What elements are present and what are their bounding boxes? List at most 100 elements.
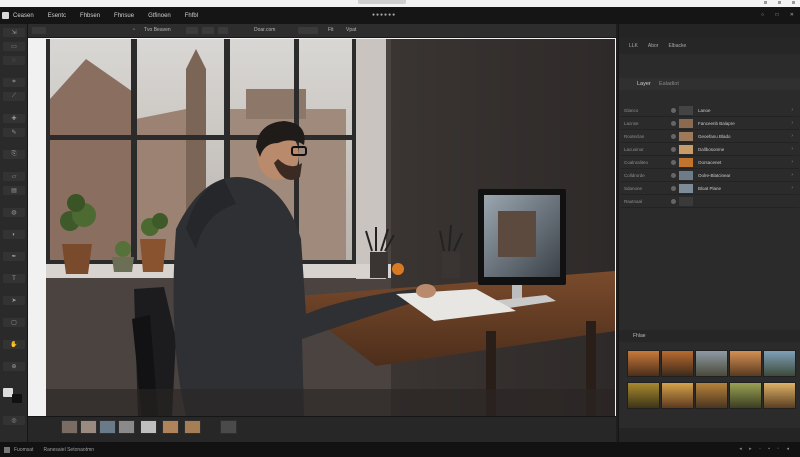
close-icon[interactable]: ✕ bbox=[790, 12, 794, 18]
document-canvas[interactable] bbox=[28, 38, 616, 416]
gallery-thumb[interactable] bbox=[627, 350, 660, 377]
chevron-right-icon[interactable]: › bbox=[791, 185, 793, 191]
gallery-thumb[interactable] bbox=[627, 382, 660, 409]
brush-tool-icon[interactable]: ✎ bbox=[3, 128, 25, 137]
os-title-strip bbox=[0, 0, 800, 7]
lasso-tool-icon[interactable]: ◌ bbox=[3, 56, 25, 65]
move-tool-icon[interactable]: ⇲ bbox=[3, 28, 25, 37]
healing-tool-icon[interactable]: ✚ bbox=[3, 114, 25, 123]
options-dropdown-1[interactable] bbox=[186, 27, 198, 34]
filmstrip-thumb-2[interactable] bbox=[80, 420, 97, 434]
crop-tool-icon[interactable]: ⌗ bbox=[3, 78, 25, 87]
clone-tool-icon[interactable]: ⎘ bbox=[3, 150, 25, 159]
fit-screen-label[interactable]: Fit bbox=[328, 27, 334, 33]
maximize-icon[interactable] bbox=[778, 1, 781, 4]
gradient-tool-icon[interactable]: ▤ bbox=[3, 186, 25, 195]
eye-icon[interactable] bbox=[671, 147, 676, 152]
shape-tool-icon[interactable]: ▢ bbox=[3, 318, 25, 327]
background-color-swatch[interactable] bbox=[12, 394, 22, 403]
filmstrip-thumb-4[interactable] bbox=[118, 420, 135, 434]
layer-row[interactable]: Rooteclan Geoefanu Blado › bbox=[621, 130, 799, 143]
marquee-tool-icon[interactable]: ▭ bbox=[3, 42, 25, 51]
menu-item-1[interactable]: Ceasen bbox=[13, 13, 34, 19]
filmstrip-thumb-5[interactable] bbox=[140, 420, 157, 434]
tool-preset-picker[interactable] bbox=[32, 27, 46, 34]
quick-mask-icon[interactable]: ◎ bbox=[3, 416, 25, 425]
minimize-icon[interactable] bbox=[764, 1, 767, 4]
menu-item-4[interactable]: Fhnsue bbox=[114, 13, 134, 19]
menu-item-5[interactable]: Gtfinoen bbox=[148, 13, 171, 19]
gallery-thumb[interactable] bbox=[661, 382, 694, 409]
menu-item-6[interactable]: Fhfbl bbox=[185, 13, 198, 19]
path-select-tool-icon[interactable]: ➤ bbox=[3, 296, 25, 305]
filmstrip-thumb-3[interactable] bbox=[99, 420, 116, 434]
app-icon[interactable] bbox=[4, 446, 10, 453]
gallery-thumb[interactable] bbox=[763, 382, 796, 409]
chevron-right-icon[interactable]: › bbox=[791, 133, 793, 139]
options-mid-label[interactable]: Doar.com bbox=[254, 27, 275, 33]
status-icons[interactable]: ◂ ▸ ◦ ▪ ▫ ◂ bbox=[739, 446, 792, 452]
layer-row[interactable]: Lacnse Fanceenb Balapre › bbox=[621, 117, 799, 130]
browser-tab[interactable] bbox=[358, 0, 406, 4]
eye-icon[interactable] bbox=[671, 134, 676, 139]
tab-3[interactable]: Elbacke bbox=[668, 43, 686, 49]
layer-row[interactable]: Rautnaal bbox=[621, 195, 799, 208]
layers-panel-header[interactable]: Layer Ealadiot bbox=[619, 78, 800, 90]
filmstrip-thumb-8[interactable] bbox=[220, 420, 237, 434]
workspace-switcher[interactable]: ●●●●●● bbox=[372, 12, 396, 18]
chevron-right-icon[interactable]: › bbox=[791, 107, 793, 113]
gallery-thumb[interactable] bbox=[729, 382, 762, 409]
layer-thumbnail bbox=[679, 158, 693, 167]
gallery-thumb[interactable] bbox=[695, 382, 728, 409]
eye-icon[interactable] bbox=[671, 186, 676, 191]
eye-icon[interactable] bbox=[671, 121, 676, 126]
panel-tabs: LLK Abor Elbacke bbox=[619, 38, 800, 54]
eye-icon[interactable] bbox=[671, 108, 676, 113]
eye-icon[interactable] bbox=[671, 160, 676, 165]
layer-row[interactable]: Glanco Lanoe › bbox=[621, 104, 799, 117]
tab-2[interactable]: Abor bbox=[648, 43, 659, 49]
filmstrip-thumb-1[interactable] bbox=[61, 420, 78, 434]
options-field[interactable] bbox=[298, 27, 318, 34]
layer-name: Fanceenb Balapre bbox=[698, 121, 735, 126]
layer-label: Lacuoinor bbox=[624, 147, 644, 152]
menu-item-3[interactable]: Fhbsen bbox=[80, 13, 100, 19]
options-dropdown-2[interactable] bbox=[202, 27, 214, 34]
layer-row[interactable]: Coalnraliteo Oorsacenet › bbox=[621, 156, 799, 169]
maximize-icon[interactable]: □ bbox=[775, 12, 778, 18]
chevron-right-icon[interactable]: › bbox=[791, 146, 793, 152]
layer-row[interactable]: Sdanone Bloat Plane › bbox=[621, 182, 799, 195]
dodge-tool-icon[interactable]: ◐ bbox=[3, 230, 25, 239]
zoom-label[interactable]: Vpat bbox=[346, 27, 356, 33]
menu-item-2[interactable]: Esentc bbox=[48, 13, 66, 19]
minimize-icon[interactable]: ○ bbox=[761, 12, 764, 18]
layer-row[interactable]: Lacuoinor Dallbosonme › bbox=[621, 143, 799, 156]
gallery-thumb[interactable] bbox=[695, 350, 728, 377]
filmstrip-thumb-6[interactable] bbox=[162, 420, 179, 434]
gallery-thumb[interactable] bbox=[763, 350, 796, 377]
panel-topbar bbox=[619, 24, 800, 38]
close-icon[interactable] bbox=[792, 1, 795, 4]
hand-tool-icon[interactable]: ✋ bbox=[3, 340, 25, 349]
tab-1[interactable]: LLK bbox=[629, 43, 638, 49]
layer-name: Geoefanu Blado bbox=[698, 134, 731, 139]
type-tool-icon[interactable]: T bbox=[3, 274, 25, 283]
chevron-right-icon[interactable]: › bbox=[791, 120, 793, 126]
eraser-tool-icon[interactable]: ▱ bbox=[3, 172, 25, 181]
options-dropdown-3[interactable] bbox=[218, 27, 228, 34]
pen-tool-icon[interactable]: ✒ bbox=[3, 252, 25, 261]
eye-icon[interactable] bbox=[671, 173, 676, 178]
gallery-thumb[interactable] bbox=[729, 350, 762, 377]
chevron-right-icon[interactable]: › bbox=[791, 159, 793, 165]
eyedropper-tool-icon[interactable]: ⟋ bbox=[3, 92, 25, 101]
filmstrip-thumb-7[interactable] bbox=[184, 420, 201, 434]
eye-icon[interactable] bbox=[671, 199, 676, 204]
gallery-panel-header[interactable]: Fhlae bbox=[619, 330, 800, 342]
blur-tool-icon[interactable]: ◍ bbox=[3, 208, 25, 217]
options-left-label[interactable]: Tvo Beaven bbox=[144, 27, 171, 33]
zoom-tool-icon[interactable]: ⊕ bbox=[3, 362, 25, 371]
layer-row[interactable]: Colldrorde Oolre-Blatcinear › bbox=[621, 169, 799, 182]
chevron-right-icon[interactable]: › bbox=[791, 172, 793, 178]
mode-icon[interactable]: ◔ bbox=[132, 27, 135, 33]
gallery-thumb[interactable] bbox=[661, 350, 694, 377]
